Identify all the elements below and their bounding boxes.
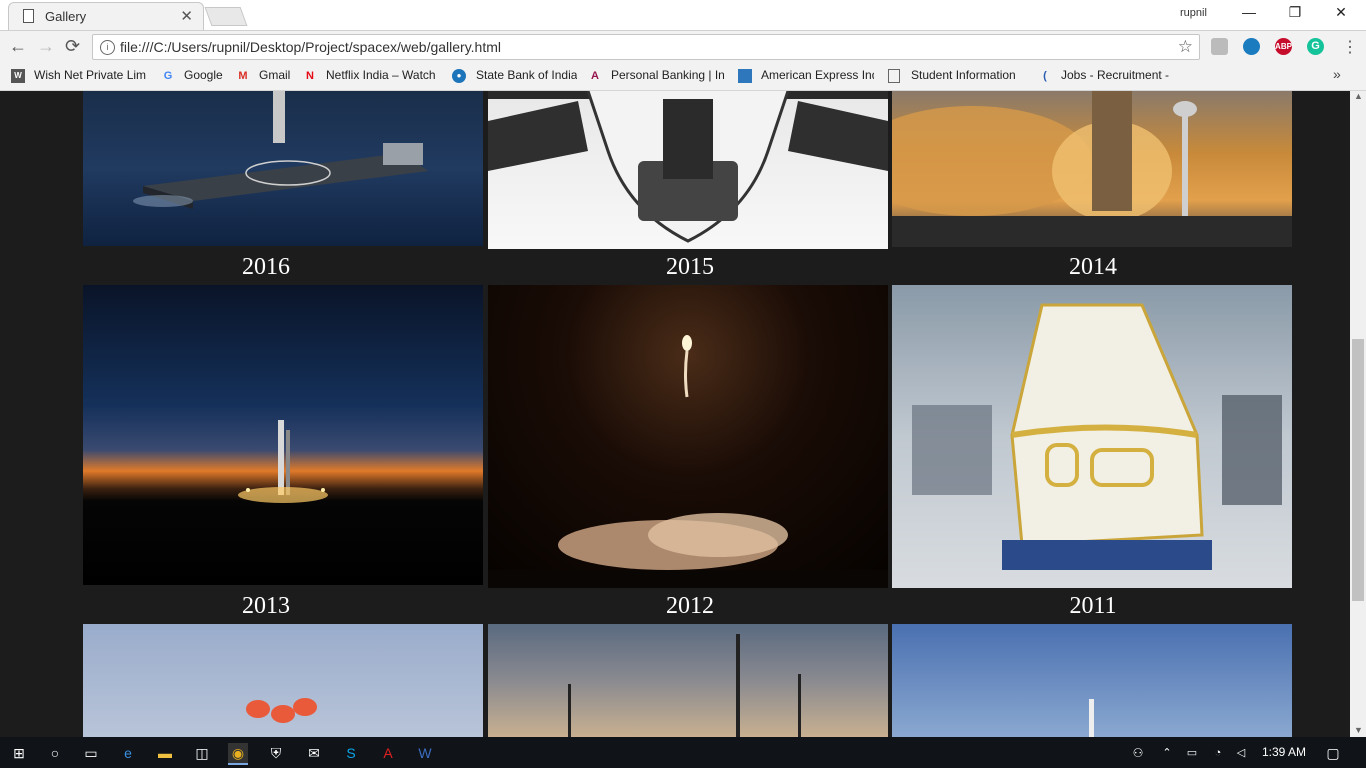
wishnet-icon: W [11,69,25,83]
back-button[interactable]: ← [9,36,27,57]
acrobat-icon[interactable]: A [378,743,398,763]
page-icon [23,9,34,23]
close-window-button[interactable]: ✕ [1326,4,1356,21]
bookmark-student-info[interactable]: Student Information [911,68,1023,82]
amex-icon [738,69,752,83]
volume-icon[interactable]: ◁ [1231,743,1251,763]
caption-2011: 2011 [1069,593,1117,619]
gallery-image-2011[interactable] [892,285,1292,588]
cortana-icon[interactable]: ○ [45,743,65,763]
page-scrollbar[interactable]: ▲ ▼ [1350,91,1366,737]
gmail-icon: M [238,70,248,82]
more-bookmarks-icon[interactable]: » [1333,66,1341,82]
wifi-icon[interactable]: ◔ [1208,743,1228,763]
skype-icon[interactable]: S [341,743,361,763]
scroll-up-icon[interactable]: ▲ [1354,91,1363,101]
security-icon[interactable]: ⛨ [266,743,286,763]
tab-title: Gallery [45,9,87,24]
gallery-image-2013[interactable] [83,285,483,585]
bookmark-personal-banking[interactable]: Personal Banking | Int [611,68,724,82]
store-icon[interactable]: ◫ [192,743,212,763]
browser-toolbar: ← → ⟳ i file:///C:/Users/rupnil/Desktop/… [0,31,1366,63]
edge-icon[interactable]: e [118,743,138,763]
tab-gallery[interactable]: Gallery ✕ [8,2,204,30]
bookmark-star-icon[interactable]: ☆ [1178,37,1193,57]
jobs-icon: ( [1043,70,1047,82]
gallery-image-2012[interactable] [488,285,888,588]
notifications-icon[interactable]: ▢ [1323,743,1343,763]
profile-name[interactable]: rupnil [1180,7,1207,19]
eye-icon[interactable] [1243,38,1260,55]
file-explorer-icon[interactable]: ▬ [155,743,175,763]
scroll-down-icon[interactable]: ▼ [1354,725,1363,735]
bookmark-gmail[interactable]: Gmail [259,68,290,82]
google-icon: G [163,70,173,82]
windows-start-icon[interactable]: ⊞ [9,743,29,763]
axis-icon: A [591,70,599,82]
gallery-image-2016[interactable] [83,91,483,246]
task-view-icon[interactable]: ▭ [81,743,101,763]
scrollbar-thumb[interactable] [1352,339,1364,601]
info-icon[interactable]: i [100,40,115,55]
gallery-image-row3-2[interactable] [488,624,888,737]
adblock-icon[interactable]: ABP [1275,38,1292,55]
caption-2014: 2014 [1069,254,1117,280]
sbi-icon: ● [452,69,466,83]
caption-2012: 2012 [666,593,714,619]
clock[interactable]: 1:39 AM [1262,745,1306,759]
caption-2016: 2016 [242,254,290,280]
gallery-image-row3-3[interactable] [892,624,1292,737]
bookmark-wishnet[interactable]: Wish Net Private Limi [34,68,146,82]
chrome-icon[interactable]: ◉ [228,743,248,765]
bookmark-google[interactable]: Google [184,68,223,82]
document-icon [888,69,900,83]
bookmark-netflix[interactable]: Netflix India – Watch [326,68,436,82]
address-bar[interactable]: i file:///C:/Users/rupnil/Desktop/Projec… [92,34,1200,60]
close-tab-icon[interactable]: ✕ [180,7,193,25]
gallery-page: 2016 2015 2014 2013 2012 2011 [0,91,1350,737]
caption-2013: 2013 [242,593,290,619]
battery-icon[interactable]: ▭ [1182,743,1202,763]
new-tab-button[interactable] [204,7,248,26]
bookmark-amex[interactable]: American Express Ind [761,68,874,82]
netflix-icon: N [306,70,314,82]
tab-strip: Gallery ✕ rupnil — ❐ ✕ [0,0,1366,31]
word-icon[interactable]: W [415,743,435,763]
bookmarks-bar: W Wish Net Private Limi G Google M Gmail… [0,63,1366,91]
caption-2015: 2015 [666,254,714,280]
gallery-image-row3-1[interactable] [83,624,483,737]
forward-button[interactable]: → [37,36,55,57]
grammarly-icon[interactable]: G [1307,38,1324,55]
windows-taskbar: ⊞ ○ ▭ e ▬ ◫ ◉ ⛨ ✉ S A W ⚇ ⌃ ▭ ◔ ◁ 1:39 A… [0,737,1366,768]
url-text[interactable]: file:///C:/Users/rupnil/Desktop/Project/… [120,39,501,55]
bookmark-sbi[interactable]: State Bank of India [476,68,577,82]
restore-button[interactable]: ❐ [1280,4,1310,21]
gallery-image-2015[interactable] [488,91,888,249]
menu-icon[interactable]: ⋮ [1342,37,1358,57]
minimize-button[interactable]: — [1234,4,1264,20]
evernote-icon[interactable] [1211,38,1228,55]
bookmark-jobs[interactable]: Jobs - Recruitment - [1061,68,1176,82]
chevron-up-icon[interactable]: ⌃ [1157,743,1177,763]
reload-button[interactable]: ⟳ [65,36,80,57]
people-icon[interactable]: ⚇ [1128,743,1148,763]
mail-icon[interactable]: ✉ [304,743,324,763]
gallery-image-2014[interactable] [892,91,1292,247]
